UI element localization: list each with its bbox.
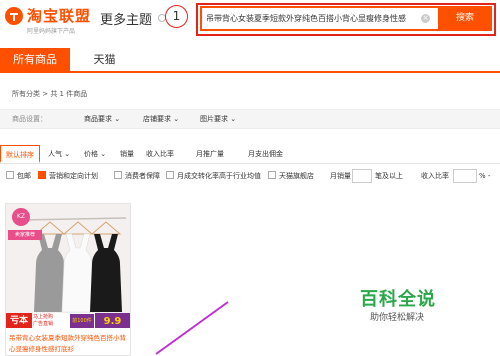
promo-banner: 亏本 马上抢购 广告直销 前100件 9.9 — [6, 313, 130, 328]
checkbox[interactable] — [6, 171, 14, 179]
watermark-subtitle: 助你轻松解决 — [370, 313, 425, 323]
product-requirement-dropdown[interactable]: 商品要求 ⌄ — [84, 114, 120, 124]
option-consumer-protection[interactable]: 消费者保障 — [114, 169, 160, 183]
income-rate-label: 收入比率 — [421, 172, 449, 180]
sort-monthly-promotion[interactable]: 月推广量 — [196, 145, 224, 163]
checkbox[interactable] — [114, 171, 122, 179]
sort-default[interactable]: 默认排序 — [0, 145, 40, 163]
option-label: 天猫旗舰店 — [279, 172, 314, 180]
product-tabs: 所有商品 天猫 — [0, 48, 500, 73]
sort-popularity[interactable]: 人气 ⌄ — [48, 145, 70, 163]
checkbox-checked[interactable] — [38, 171, 46, 179]
sort-income-rate[interactable]: 收入比率 — [146, 145, 174, 163]
image-requirement-dropdown[interactable]: 图片要求 ⌄ — [200, 114, 236, 124]
option-tmall-flagship[interactable]: 天猫旗舰店 — [268, 169, 314, 183]
monthly-sales-input[interactable] — [352, 169, 372, 183]
step-annotation-badge: 1 — [165, 5, 188, 28]
promo-line: 马上抢购 — [33, 314, 54, 320]
option-label: 月成交转化率高于行业均值 — [177, 172, 261, 180]
filter-bar: 商品设置： 商品要求 ⌄ 店铺要求 ⌄ 图片要求 ⌄ — [0, 109, 500, 129]
more-topics-link[interactable]: 更多主题 — [100, 9, 152, 28]
shop-requirement-dropdown[interactable]: 店铺要求 ⌄ — [143, 114, 179, 124]
taobao-alliance-logo[interactable]: 淘宝联盟 阿里妈妈旗下产品 — [4, 4, 96, 35]
chevron-down-icon: ⌄ — [171, 115, 180, 123]
chevron-down-icon: ⌄ — [112, 115, 121, 123]
dropdown-label: 图片要求 — [200, 115, 228, 123]
search-button[interactable]: 搜索 — [438, 6, 492, 31]
clear-icon[interactable]: × — [421, 14, 430, 23]
logo-icon — [5, 7, 23, 25]
income-rate-input[interactable] — [453, 169, 477, 183]
monthly-sales-suffix: 笔及以上 — [375, 172, 403, 180]
logo-subtitle: 阿里妈妈旗下产品 — [27, 28, 76, 35]
promo-left-text: 亏本 — [6, 313, 32, 328]
tab-all-products[interactable]: 所有商品 — [0, 48, 70, 71]
product-title-link[interactable]: 吊带背心女装夏季短款外穿纯色百搭小背心显瘦修身性感打底衫 — [9, 333, 129, 355]
promo-line: 广告直销 — [33, 321, 54, 327]
watermark: 百科全说 助你轻松解决 — [360, 285, 500, 345]
option-label: 营销和定向计划 — [49, 172, 98, 180]
options-row: 包邮 营销和定向计划 消费者保障 月成交转化率高于行业均值 天猫旗舰店 月销量 … — [0, 169, 500, 185]
option-label: 消费者保障 — [125, 172, 160, 180]
option-label: 包邮 — [17, 172, 31, 180]
dropdown-label: 店铺要求 — [143, 115, 171, 123]
product-image[interactable]: KZ 卖家推荐 亏本 马上抢购 广告直销 前100件 9.9 — [6, 204, 130, 328]
tab-tmall[interactable]: 天猫 — [82, 48, 127, 71]
checkbox[interactable] — [268, 171, 276, 179]
promo-middle-text: 马上抢购 广告直销 — [33, 314, 53, 328]
income-rate-suffix: % - — [479, 172, 491, 180]
option-marketing-plan[interactable]: 营销和定向计划 — [38, 169, 98, 183]
breadcrumb: 所有分类 > 共 1 件商品 — [12, 90, 88, 98]
sort-label: 价格 — [84, 150, 98, 158]
option-conversion-rate[interactable]: 月成交转化率高于行业均值 — [166, 169, 261, 183]
sort-price[interactable]: 价格 ⌄ — [84, 145, 106, 163]
sort-label: 人气 — [48, 150, 62, 158]
sort-monthly-commission[interactable]: 月支出佣金 — [248, 145, 283, 163]
option-free-shipping[interactable]: 包邮 — [6, 169, 31, 183]
header: 淘宝联盟 阿里妈妈旗下产品 更多主题 1 吊带背心女装夏季短款外穿纯色百搭小背心… — [0, 0, 500, 40]
shop-logo: KZ — [12, 208, 30, 226]
promo-price: 9.9 — [95, 313, 130, 328]
sort-bar: 默认排序 人气 ⌄ 价格 ⌄ 销量 收入比率 月推广量 月支出佣金 — [0, 145, 500, 164]
annotation-arrow-icon — [155, 301, 229, 355]
chevron-down-icon: ⌄ — [98, 150, 107, 158]
search-box: 吊带背心女装夏季短款外穿纯色百搭小背心显瘦修身性感 × — [200, 6, 438, 31]
watermark-title: 百科全说 — [360, 289, 436, 310]
chevron-down-icon: ⌄ — [62, 150, 71, 158]
checkbox[interactable] — [166, 171, 174, 179]
logo-title: 淘宝联盟 — [27, 7, 92, 25]
monthly-sales-label: 月销量 — [330, 172, 351, 180]
shop-tag: 卖家推荐 — [8, 230, 42, 240]
search-input[interactable]: 吊带背心女装夏季短款外穿纯色百搭小背心显瘦修身性感 — [206, 8, 416, 29]
filter-label: 商品设置： — [12, 115, 47, 123]
chevron-down-icon: ⌄ — [228, 115, 237, 123]
promo-coupon: 前100件 — [70, 314, 94, 328]
product-card[interactable]: KZ 卖家推荐 亏本 马上抢购 广告直销 前100件 9.9 吊带背心女装夏季短… — [5, 203, 131, 356]
sort-sales[interactable]: 销量 — [120, 145, 134, 163]
dropdown-label: 商品要求 — [84, 115, 112, 123]
